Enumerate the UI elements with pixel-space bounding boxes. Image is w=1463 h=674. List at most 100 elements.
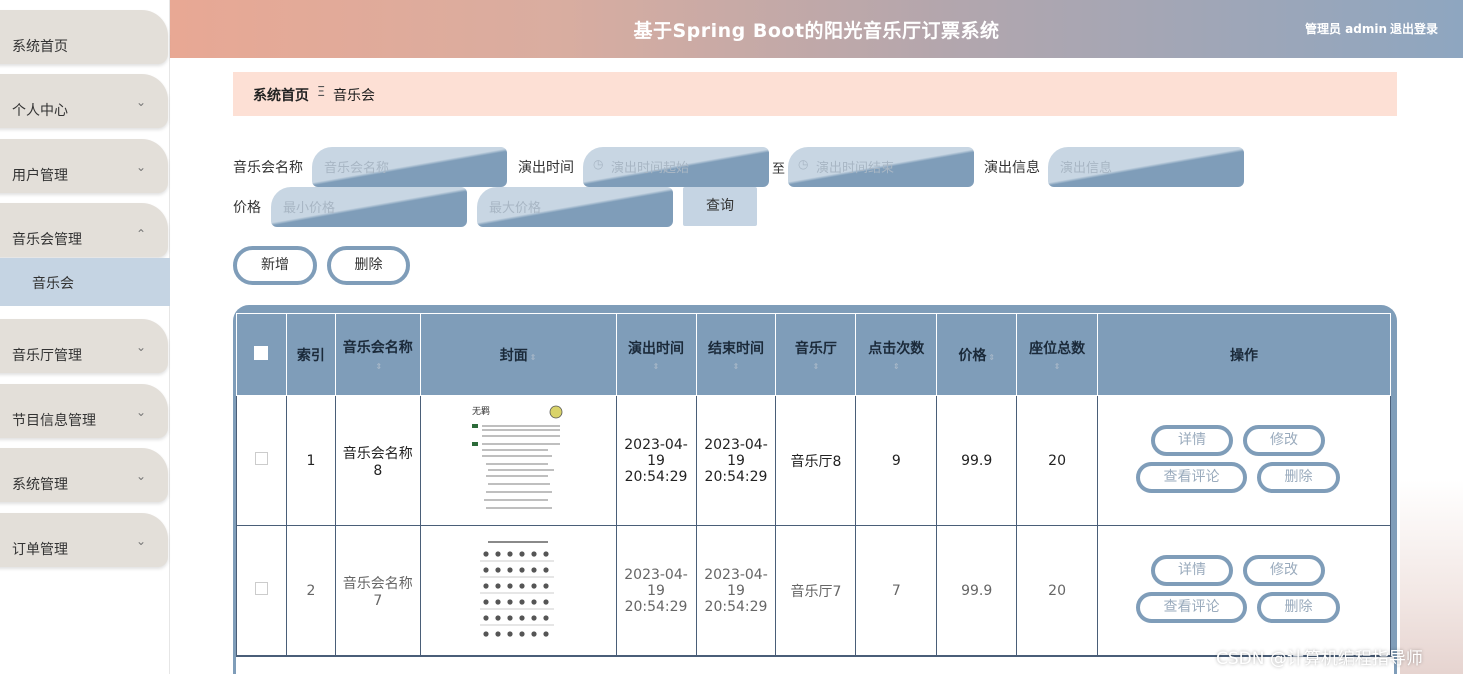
header-cover[interactable]: 封面 ⇕ (419, 313, 617, 396)
header-cover-label: 封面 (499, 347, 528, 364)
system-title: 基于Spring Boot的阳光音乐厅订票系统 (633, 20, 1000, 42)
cell-start-time: 2023-04-19 20:54:29 (615, 395, 697, 526)
header-name[interactable]: 音乐会名称 ⇕ (334, 313, 421, 396)
show-time-end-input[interactable]: ◷ 演出时间结束 (788, 147, 974, 187)
show-info-label: 演出信息 (984, 160, 1040, 176)
sidebar: 系统首页 个人中心 ⌄ 用户管理 ⌄ 音乐会管理 ⌃ 音乐会 音乐厅管理 ⌄ 节… (0, 0, 170, 674)
sort-icon[interactable]: ⇕ (988, 353, 995, 362)
sort-icon[interactable]: ⇕ (375, 362, 382, 371)
sidebar-item-personal-center[interactable]: 个人中心 ⌄ (0, 74, 168, 128)
show-info-placeholder: 演出信息 (1060, 161, 1113, 176)
cell-start-time: 2023-04-19 20:54:29 (615, 525, 697, 656)
sidebar-item-hall-management[interactable]: 音乐厅管理 ⌄ (0, 319, 168, 373)
select-all-checkbox[interactable] (254, 345, 269, 360)
header-clicks[interactable]: 点击次数 ⇕ (855, 313, 938, 396)
table-header-row: 索引 音乐会名称⇕ 封面 ⇕ 演出时间 ⇕ 结束时间 ⇕ 音乐厅 ⇕ 点击次数 ⇕ 价格 ⇕… (236, 313, 1391, 396)
sidebar-item-user-management[interactable]: 用户管理 ⌄ (0, 139, 168, 193)
sidebar-item-order-management[interactable]: 订单管理 ⌄ (0, 513, 168, 567)
cell-hall: 音乐厅8 (775, 395, 857, 526)
cell-index: 2 (285, 525, 336, 656)
cell-clicks: 9 (855, 395, 938, 526)
chevron-down-icon: ⌄ (135, 469, 146, 483)
select-all-cell (236, 313, 287, 396)
time-range-separator: 至 (772, 162, 786, 177)
header-index: 索引 (285, 313, 336, 396)
sidebar-item-concert-management[interactable]: 音乐会管理 ⌃ (0, 203, 168, 257)
cell-price: 99.9 (936, 395, 1018, 526)
cell-cover: 无羁 (419, 395, 617, 526)
sort-icon[interactable]: ⇕ (780, 362, 851, 371)
sidebar-item-home[interactable]: 系统首页 (0, 10, 168, 64)
cell-operations: 详情 修改 查看评论 删除 (1097, 525, 1391, 656)
table-row: 2 音乐会名称7 2023-04-19 20:54:29 2023-04-19 … (236, 525, 1391, 656)
concert-name-placeholder: 音乐会名称 (324, 161, 390, 176)
row-select-cell (236, 395, 287, 526)
header-seats-label: 座位总数 (1029, 341, 1086, 357)
cell-end-time: 2023-04-19 20:54:29 (695, 395, 777, 526)
add-button[interactable]: 新增 (233, 246, 317, 285)
breadcrumb-current: 音乐会 (333, 88, 375, 104)
show-time-start-input[interactable]: ◷ 演出时间起始 (583, 147, 769, 187)
sort-icon[interactable]: ⇕ (530, 353, 537, 362)
edit-button[interactable]: 修改 (1243, 424, 1325, 456)
cell-seats: 20 (1016, 395, 1099, 526)
header-price[interactable]: 价格 ⇕ (936, 313, 1018, 396)
sort-icon[interactable]: ⇕ (621, 362, 692, 371)
row-checkbox[interactable] (254, 582, 268, 595)
sidebar-subitem-label: 音乐会 (32, 276, 74, 292)
logout-link[interactable]: 退出登录 (1390, 20, 1438, 37)
chevron-down-icon: ⌄ (135, 405, 146, 419)
view-comments-button[interactable]: 查看评论 (1136, 461, 1247, 493)
header-price-label: 价格 (958, 347, 987, 364)
cell-index: 1 (285, 395, 336, 526)
sidebar-item-system-management[interactable]: 系统管理 ⌄ (0, 448, 168, 502)
chevron-up-icon: ⌃ (135, 227, 146, 241)
cover-image[interactable] (468, 533, 569, 644)
cell-hall: 音乐厅7 (775, 525, 857, 656)
detail-button[interactable]: 详情 (1151, 554, 1233, 586)
watermark: CSDN @计算机编程指导师 (1216, 649, 1423, 669)
breadcrumb: 系统首页 Ξ 音乐会 (233, 72, 1397, 116)
view-comments-button[interactable]: 查看评论 (1136, 591, 1247, 623)
concert-name-input[interactable]: 音乐会名称 (312, 147, 507, 187)
sidebar-item-label: 订单管理 (12, 542, 68, 558)
edit-button[interactable]: 修改 (1243, 554, 1325, 586)
batch-delete-button[interactable]: 删除 (327, 246, 410, 285)
row-select-cell (236, 525, 287, 656)
header-seats[interactable]: 座位总数 ⇕ (1016, 313, 1099, 396)
row-delete-button[interactable]: 删除 (1257, 591, 1340, 623)
sort-icon[interactable]: ⇕ (701, 362, 772, 371)
breadcrumb-home[interactable]: 系统首页 (253, 85, 309, 105)
sort-icon[interactable]: ⇕ (860, 362, 932, 371)
sidebar-item-label: 节目信息管理 (12, 413, 96, 429)
top-header: 基于Spring Boot的阳光音乐厅订票系统 管理员 admin 退出登录 (170, 0, 1463, 58)
sort-icon[interactable]: ⇕ (1021, 362, 1093, 371)
sidebar-item-program-management[interactable]: 节目信息管理 ⌄ (0, 384, 168, 438)
cell-price: 99.9 (936, 525, 1018, 656)
min-price-input[interactable]: 最小价格 (271, 187, 467, 227)
detail-button[interactable]: 详情 (1151, 424, 1233, 456)
concert-table: 索引 音乐会名称⇕ 封面 ⇕ 演出时间 ⇕ 结束时间 ⇕ 音乐厅 ⇕ 点击次数 ⇕ 价格 ⇕… (233, 305, 1397, 674)
sidebar-item-label: 系统管理 (12, 477, 68, 493)
show-info-input[interactable]: 演出信息 (1048, 147, 1244, 187)
sidebar-subitem-concert[interactable]: 音乐会 (0, 258, 170, 306)
sidebar-item-label: 音乐厅管理 (12, 348, 82, 364)
sidebar-item-label: 用户管理 (12, 168, 68, 184)
query-button[interactable]: 查询 (683, 187, 757, 226)
header-hall[interactable]: 音乐厅 ⇕ (775, 313, 857, 396)
cover-image[interactable]: 无羁 (468, 403, 569, 514)
cell-operations: 详情 修改 查看评论 删除 (1097, 395, 1391, 526)
clock-icon: ◷ (798, 157, 809, 171)
header-end-label: 结束时间 (708, 341, 764, 357)
cell-clicks: 7 (855, 525, 938, 656)
chevron-down-icon: ⌄ (135, 534, 146, 548)
cover-title-text: 无羁 (472, 406, 490, 417)
row-checkbox[interactable] (254, 452, 268, 465)
price-label: 价格 (233, 200, 261, 216)
header-hall-label: 音乐厅 (794, 341, 837, 357)
header-start-time[interactable]: 演出时间 ⇕ (615, 313, 697, 396)
header-name-label: 音乐会名称 (342, 339, 413, 356)
header-end-time[interactable]: 结束时间 ⇕ (695, 313, 777, 396)
max-price-input[interactable]: 最大价格 (477, 187, 673, 227)
row-delete-button[interactable]: 删除 (1257, 461, 1340, 493)
